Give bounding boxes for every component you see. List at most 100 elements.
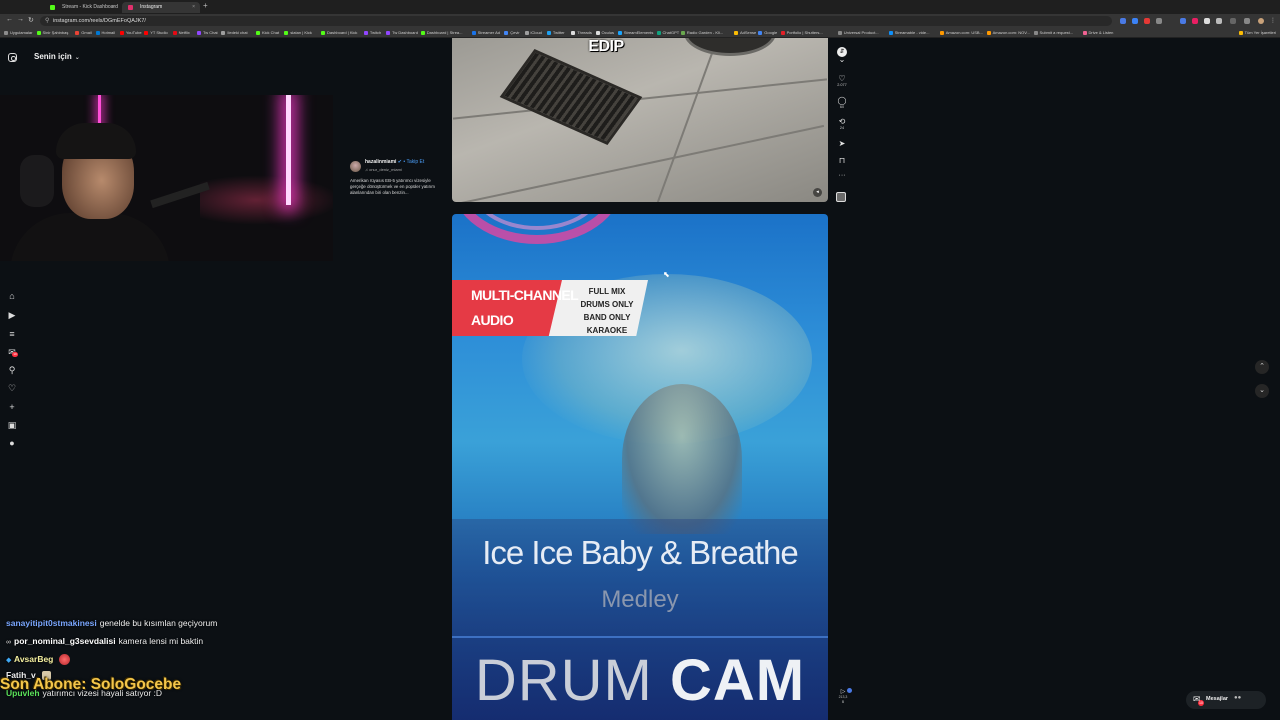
bookmark-item[interactable]: YouTube xyxy=(119,29,142,37)
author-username[interactable]: hazalinmiami xyxy=(365,159,396,165)
bookmark-item[interactable]: Universal Product... xyxy=(837,29,879,37)
address-bar[interactable]: ⚲ instagram.com/reels/DGmEFoQAJK7/ xyxy=(40,16,1112,26)
menu-icon[interactable]: ⋮ xyxy=(1270,18,1276,24)
bookmark-item[interactable]: slatan | Kick xyxy=(284,29,312,37)
bookmark-item[interactable]: Tüm Yer İşaretleri xyxy=(1238,29,1276,37)
messages-badge: 10 xyxy=(1198,700,1204,706)
bookmark-item[interactable]: YT Studio xyxy=(144,29,168,37)
close-tab-icon[interactable]: × xyxy=(112,2,115,13)
profile-avatar[interactable] xyxy=(1258,18,1264,24)
bookmark-item[interactable]: Submit a request... xyxy=(1033,29,1073,37)
url-text: instagram.com/reels/DGmEFoQAJK7/ xyxy=(53,18,146,24)
search-icon[interactable]: ⚲ xyxy=(6,364,18,376)
bookmark-item[interactable]: Streamable - vide... xyxy=(888,29,929,37)
bookmark-item[interactable]: Oculus xyxy=(595,29,614,37)
author-avatar[interactable] xyxy=(350,161,361,172)
extension-icon[interactable] xyxy=(1192,18,1198,24)
messages-icon[interactable]: ▣ xyxy=(6,419,18,431)
audio-track-link[interactable]: ♫ onur_deniz_miami xyxy=(365,167,402,172)
bookmark-item[interactable]: Çevir xyxy=(504,29,520,37)
emote-icon xyxy=(59,654,71,666)
repost-button[interactable]: ⟲ 24 xyxy=(836,117,848,131)
video-overlay-text: EDIP xyxy=(588,38,624,55)
bookmark-item[interactable]: Google xyxy=(758,29,777,37)
reels-counter[interactable]: ▷ 213,3 B xyxy=(836,688,852,705)
mute-icon[interactable]: ◂ xyxy=(813,188,822,197)
sidebar-icon[interactable] xyxy=(1230,18,1236,24)
tab-kick-dashboard[interactable]: Stream - Kick Dashboard × xyxy=(44,2,120,13)
previous-reel-button[interactable]: ⌃ xyxy=(1255,360,1269,374)
bookmark-item[interactable]: Amazon.com: USB... xyxy=(939,29,983,37)
chevron-down-icon[interactable]: ⌄ xyxy=(836,55,848,64)
back-button[interactable]: ← xyxy=(6,16,13,23)
feed-selector[interactable]: Senin için ⌄ xyxy=(34,52,80,61)
forward-button[interactable]: → xyxy=(17,16,24,23)
reel-video-previous[interactable]: EDIP ◂ xyxy=(452,38,828,202)
extension-icon[interactable] xyxy=(1144,18,1150,24)
kick-favicon-icon xyxy=(50,5,55,10)
bookmark-item[interactable]: Netflix xyxy=(172,29,190,37)
badge-line-1: MULTI-CHANNEL xyxy=(471,287,579,303)
bookmark-item[interactable]: Amazon.com: NOV... xyxy=(986,29,1030,37)
instagram-logo-icon[interactable] xyxy=(8,53,17,62)
browser-toolbar: ← → ↻ ⚲ instagram.com/reels/DGmEFoQAJK7/… xyxy=(0,14,1280,28)
bookmark-item[interactable]: Iledeki chat xyxy=(221,29,248,37)
follow-button[interactable]: • Takip Et xyxy=(403,159,424,165)
bookmark-item[interactable]: Dashboard | Kick xyxy=(321,29,357,37)
site-info-icon[interactable]: ⚲ xyxy=(45,17,49,24)
save-button[interactable]: ⊓ xyxy=(836,156,848,165)
close-tab-icon[interactable]: × xyxy=(192,2,195,13)
downloads-icon[interactable] xyxy=(1244,18,1250,24)
bookmark-item[interactable]: Radio Garden - Kli... xyxy=(680,29,723,37)
comment-button[interactable]: ◯ 60 xyxy=(836,96,848,110)
threads-icon[interactable]: ≡ xyxy=(6,328,18,340)
next-reel-button[interactable]: ⌄ xyxy=(1255,384,1269,398)
bookmark-item[interactable]: Tw Chat xyxy=(197,29,218,37)
bookmark-item[interactable]: Portfolio | Shutters... xyxy=(780,29,823,37)
bookmark-item[interactable]: Drive & Listen xyxy=(1082,29,1113,37)
instagram-favicon-icon xyxy=(128,5,133,10)
extensions-puzzle-icon[interactable] xyxy=(1216,18,1222,24)
create-icon[interactable]: + xyxy=(6,401,18,413)
reload-button[interactable]: ↻ xyxy=(28,16,34,24)
song-subtitle: Medley xyxy=(601,586,679,613)
share-button[interactable]: ➤ xyxy=(836,139,848,148)
extension-icon[interactable] xyxy=(1204,18,1210,24)
bookmark-item[interactable]: Sinir Şahinbaş xyxy=(36,29,68,37)
reel-video-current[interactable]: MULTI-CHANNEL AUDIO FULL MIX DRUMS ONLY … xyxy=(452,214,828,720)
message-avatars: ●● xyxy=(1234,695,1242,701)
bookmark-item[interactable]: Uygulamalar xyxy=(4,29,32,37)
extension-icon[interactable] xyxy=(1156,18,1162,24)
bookmark-item[interactable]: AdSense xyxy=(733,29,756,37)
audio-thumbnail[interactable] xyxy=(836,192,846,202)
bookmark-item[interactable]: Twitch xyxy=(363,29,381,37)
more-options-icon[interactable]: ··· xyxy=(836,172,848,179)
bookmark-item[interactable]: Tw Dashboard xyxy=(386,29,418,37)
bookmark-item[interactable]: Gmail xyxy=(75,29,92,37)
extension-icon[interactable] xyxy=(1120,18,1126,24)
new-tab-button[interactable]: + xyxy=(203,1,208,10)
profile-icon[interactable]: ● xyxy=(6,437,18,449)
send-icon: ➤ xyxy=(838,139,846,148)
bookmark-item[interactable]: Threads xyxy=(571,29,592,37)
bookmark-item[interactable]: Streamer Ad xyxy=(471,29,500,37)
like-button[interactable]: ♡ 2.077 xyxy=(836,74,848,88)
bookmark-item[interactable]: iCloud xyxy=(524,29,542,37)
bookmark-item[interactable]: ChatGPT xyxy=(656,29,679,37)
bookmark-item[interactable]: Kick Chat xyxy=(255,29,279,37)
notifications-icon[interactable]: ✉ 10 xyxy=(6,346,18,358)
bookmark-item[interactable]: StreamElements xyxy=(617,29,653,37)
option-full-mix: FULL MIX xyxy=(588,287,626,296)
bookmark-item[interactable]: Twitter xyxy=(546,29,565,37)
tab-instagram[interactable]: Instagram × xyxy=(122,2,200,13)
extension-icon[interactable] xyxy=(1180,18,1186,24)
reels-icon[interactable]: ▶ xyxy=(6,309,18,321)
heart-icon[interactable]: ♡ xyxy=(6,382,18,394)
home-icon[interactable]: ⌂ xyxy=(6,290,18,302)
chat-badge-icon: ∞ xyxy=(6,639,11,646)
extension-icon[interactable] xyxy=(1132,18,1138,24)
notification-badge: 10 xyxy=(12,352,18,357)
bookmark-item[interactable]: Dashboard | Strea... xyxy=(420,29,462,37)
bookmark-item[interactable]: Hotmail xyxy=(95,29,115,37)
messages-button[interactable]: ✉ 10 Mesajlar ●● xyxy=(1186,691,1266,709)
